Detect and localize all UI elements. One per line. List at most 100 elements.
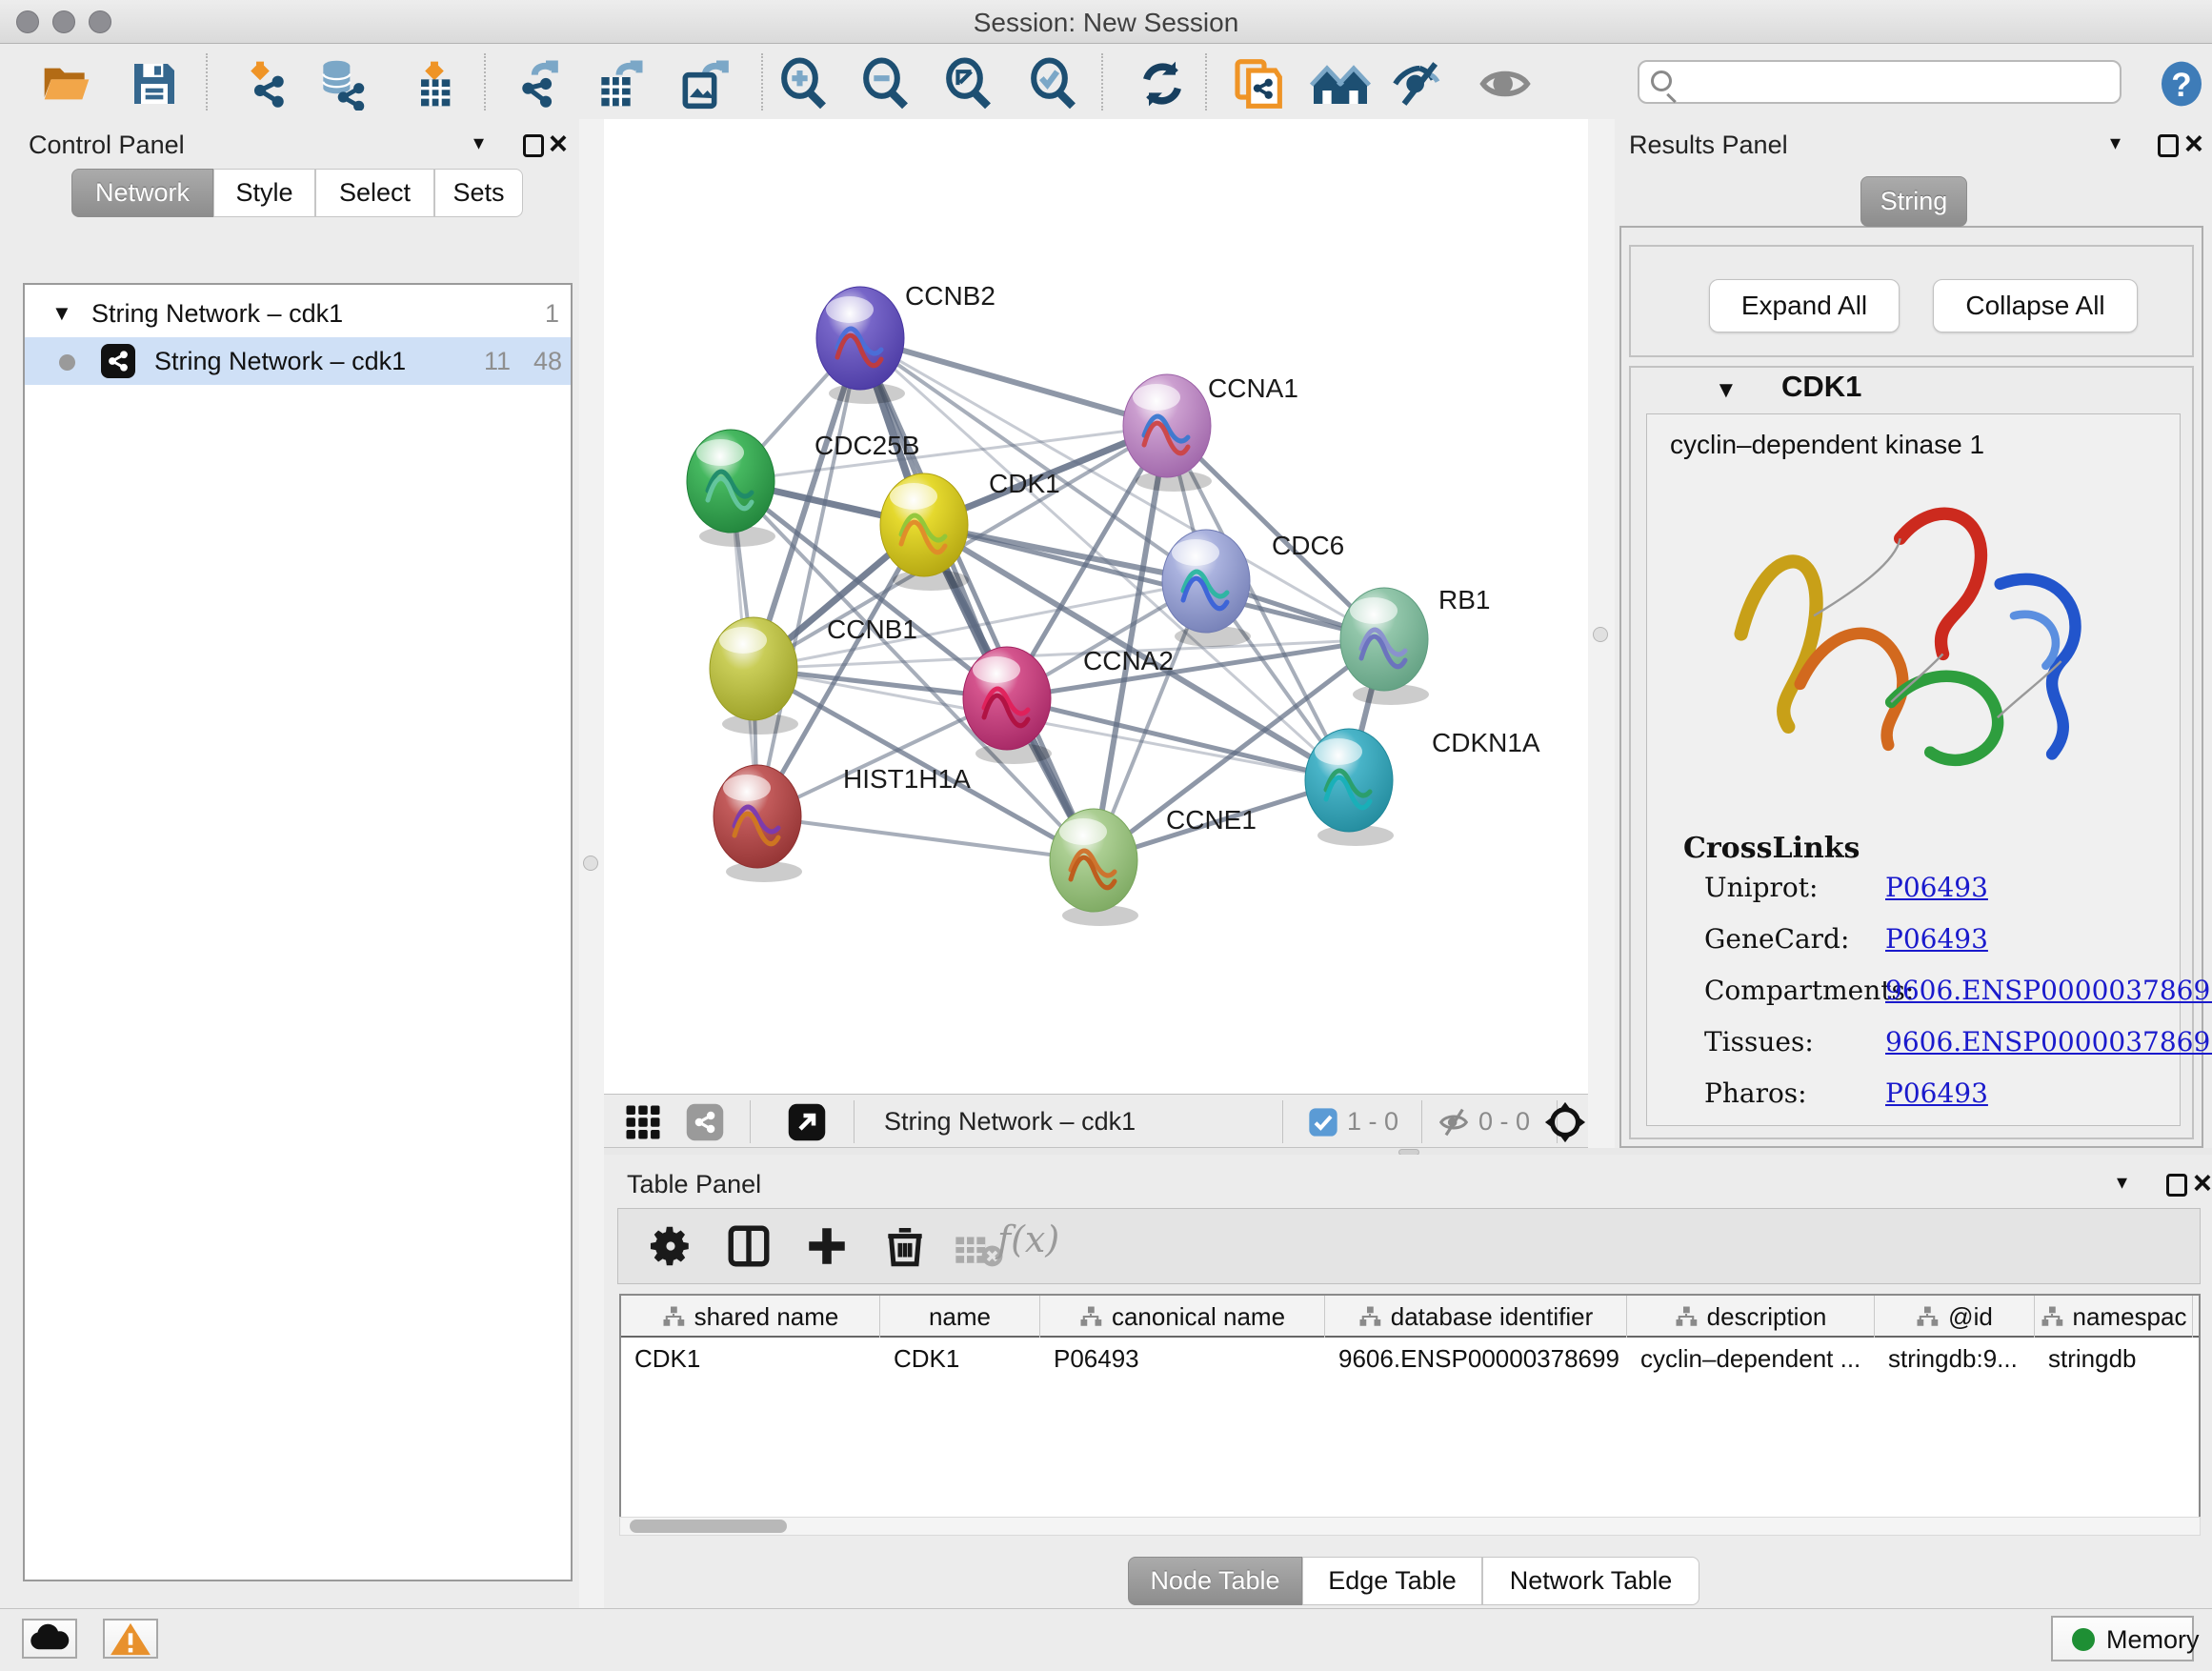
tab-edge-table[interactable]: Edge Table	[1302, 1557, 1482, 1605]
search-input[interactable]	[1638, 60, 2122, 104]
current-network-name: String Network – cdk1	[884, 1107, 1136, 1137]
control-panel-float-icon[interactable]	[523, 134, 544, 157]
import-network-icon[interactable]	[240, 57, 293, 111]
crosslink-label: Tissues:	[1704, 1026, 1814, 1057]
node-label: CDC25B	[814, 431, 919, 460]
horizontal-splitter[interactable]	[604, 1148, 2212, 1155]
warning-status-button[interactable]	[103, 1619, 158, 1659]
results-panel-close-icon[interactable]: ×	[2184, 132, 2203, 155]
collapse-all-button[interactable]: Collapse All	[1933, 279, 2138, 332]
scrollbar-thumb[interactable]	[630, 1520, 787, 1533]
cloud-status-button[interactable]	[22, 1619, 77, 1659]
function-builder-icon: f(x)	[997, 1218, 1059, 1260]
gene-description: cyclin–dependent kinase 1	[1670, 430, 1984, 460]
tab-style[interactable]: Style	[213, 169, 315, 217]
open-in-window-icon[interactable]	[787, 1102, 827, 1142]
collection-expand-caret-icon[interactable]: ▼	[51, 301, 72, 326]
zoom-out-icon[interactable]	[858, 57, 912, 111]
crosslink-link[interactable]: 9606.ENSP00000378699	[1885, 1026, 2212, 1057]
table-cell[interactable]: P06493	[1040, 1338, 1325, 1379]
toolbar-separator	[1282, 1100, 1283, 1143]
network-canvas[interactable]: CCNB2CCNA1CDC25BCDK1CDC6RB1CCNB1CCNA2CDK…	[604, 119, 1588, 1094]
network-collection-row[interactable]: ▼ String Network – cdk1 1	[25, 290, 571, 337]
crosslink-link[interactable]: P06493	[1885, 872, 1988, 903]
clone-network-icon[interactable]	[1231, 57, 1284, 111]
tab-string[interactable]: String	[1860, 176, 1967, 227]
table-cell[interactable]: CDK1	[880, 1338, 1040, 1379]
results-panel-float-icon[interactable]	[2158, 134, 2179, 157]
table-cell[interactable]: stringdb	[2035, 1338, 2193, 1379]
network-row-selected[interactable]: String Network – cdk1 11 48	[25, 337, 571, 385]
control-panel-title: Control Panel	[29, 131, 185, 160]
table-cell[interactable]: cyclin–dependent ...	[1627, 1338, 1875, 1379]
column-label: database identifier	[1391, 1302, 1593, 1332]
delete-column-trash-icon[interactable]	[881, 1222, 929, 1270]
gene-expand-caret-icon[interactable]: ▼	[1715, 377, 1738, 404]
expand-all-button[interactable]: Expand All	[1709, 279, 1900, 332]
table-row[interactable]: CDK1CDK1P064939606.ENSP00000378699cyclin…	[621, 1338, 2199, 1379]
show-all-eye-icon[interactable]	[1478, 57, 1532, 111]
string-network-graph[interactable]: CCNB2CCNA1CDC25BCDK1CDC6RB1CCNB1CCNA2CDK…	[604, 119, 1588, 1094]
hide-unhide-icon[interactable]	[1391, 57, 1444, 111]
crosslink-link[interactable]: P06493	[1885, 1077, 1988, 1109]
memory-label: Memory	[2106, 1625, 2200, 1655]
column-header[interactable]: name	[880, 1296, 1040, 1338]
control-panel-close-icon[interactable]: ×	[549, 132, 568, 155]
node-label: CDC6	[1272, 531, 1344, 560]
column-header[interactable]: canonical name	[1040, 1296, 1325, 1338]
network-share-icon[interactable]	[685, 1102, 725, 1142]
table-panel-menu-icon[interactable]: ▾	[2117, 1170, 2127, 1195]
tab-select[interactable]: Select	[315, 169, 434, 217]
table-panel-float-icon[interactable]	[2166, 1174, 2187, 1197]
table-cell[interactable]: CDK1	[621, 1338, 880, 1379]
node-label: CCNA1	[1208, 373, 1298, 403]
show-columns-icon[interactable]	[725, 1222, 773, 1270]
table-cell[interactable]: 9606.ENSP00000378699	[1325, 1338, 1627, 1379]
column-header[interactable]: namespac	[2035, 1296, 2193, 1338]
crosslink-link[interactable]: 9606.ENSP00000378699	[1885, 975, 2212, 1006]
table-panel-title: Table Panel	[627, 1170, 761, 1199]
add-column-icon[interactable]	[803, 1222, 851, 1270]
tab-sets[interactable]: Sets	[434, 169, 523, 217]
zoom-in-icon[interactable]	[776, 57, 830, 111]
import-table-icon[interactable]	[408, 57, 461, 111]
import-network-from-database-icon[interactable]	[314, 57, 368, 111]
tab-node-table[interactable]: Node Table	[1128, 1557, 1302, 1605]
toolbar-separator	[1421, 1100, 1422, 1143]
selected-checkbox-icon[interactable]	[1308, 1107, 1338, 1137]
table-panel-close-icon[interactable]: ×	[2193, 1172, 2212, 1195]
tab-network-table[interactable]: Network Table	[1482, 1557, 1699, 1605]
birds-eye-grid-icon[interactable]	[623, 1102, 663, 1142]
fit-selection-crosshair-icon[interactable]	[1543, 1100, 1587, 1144]
zoom-selected-icon[interactable]	[1026, 57, 1079, 111]
column-label: @id	[1948, 1302, 1993, 1332]
zoom-fit-icon[interactable]	[941, 57, 995, 111]
column-header[interactable]: shared name	[621, 1296, 880, 1338]
right-splitter-handle[interactable]	[1593, 627, 1608, 642]
help-icon[interactable]: ?	[2155, 57, 2208, 111]
hidden-eye-icon	[1438, 1107, 1469, 1137]
toolbar-separator	[484, 53, 486, 111]
open-session-icon[interactable]	[40, 57, 93, 111]
left-splitter[interactable]	[579, 119, 604, 1608]
control-panel-menu-icon[interactable]: ▾	[473, 131, 484, 155]
table-cell[interactable]: stringdb:9...	[1875, 1338, 2035, 1379]
export-image-icon[interactable]	[676, 57, 730, 111]
results-panel-menu-icon[interactable]: ▾	[2110, 131, 2121, 155]
collection-count: 1	[545, 299, 559, 329]
export-table-icon[interactable]	[593, 57, 646, 111]
results-panel-title: Results Panel	[1629, 131, 1788, 160]
column-header[interactable]: database identifier	[1325, 1296, 1627, 1338]
crosslink-link[interactable]: P06493	[1885, 923, 1988, 955]
refresh-icon[interactable]	[1136, 57, 1189, 111]
tab-network[interactable]: Network	[71, 169, 213, 217]
export-network-icon[interactable]	[513, 57, 566, 111]
table-horizontal-scrollbar[interactable]	[619, 1517, 2201, 1536]
column-header[interactable]: @id	[1875, 1296, 2035, 1338]
home-view-icon[interactable]	[1309, 57, 1372, 111]
memory-button[interactable]: Memory	[2051, 1616, 2194, 1661]
table-settings-gear-icon[interactable]	[647, 1222, 694, 1270]
left-splitter-handle[interactable]	[583, 856, 598, 871]
save-session-icon[interactable]	[128, 57, 181, 111]
column-header[interactable]: description	[1627, 1296, 1875, 1338]
